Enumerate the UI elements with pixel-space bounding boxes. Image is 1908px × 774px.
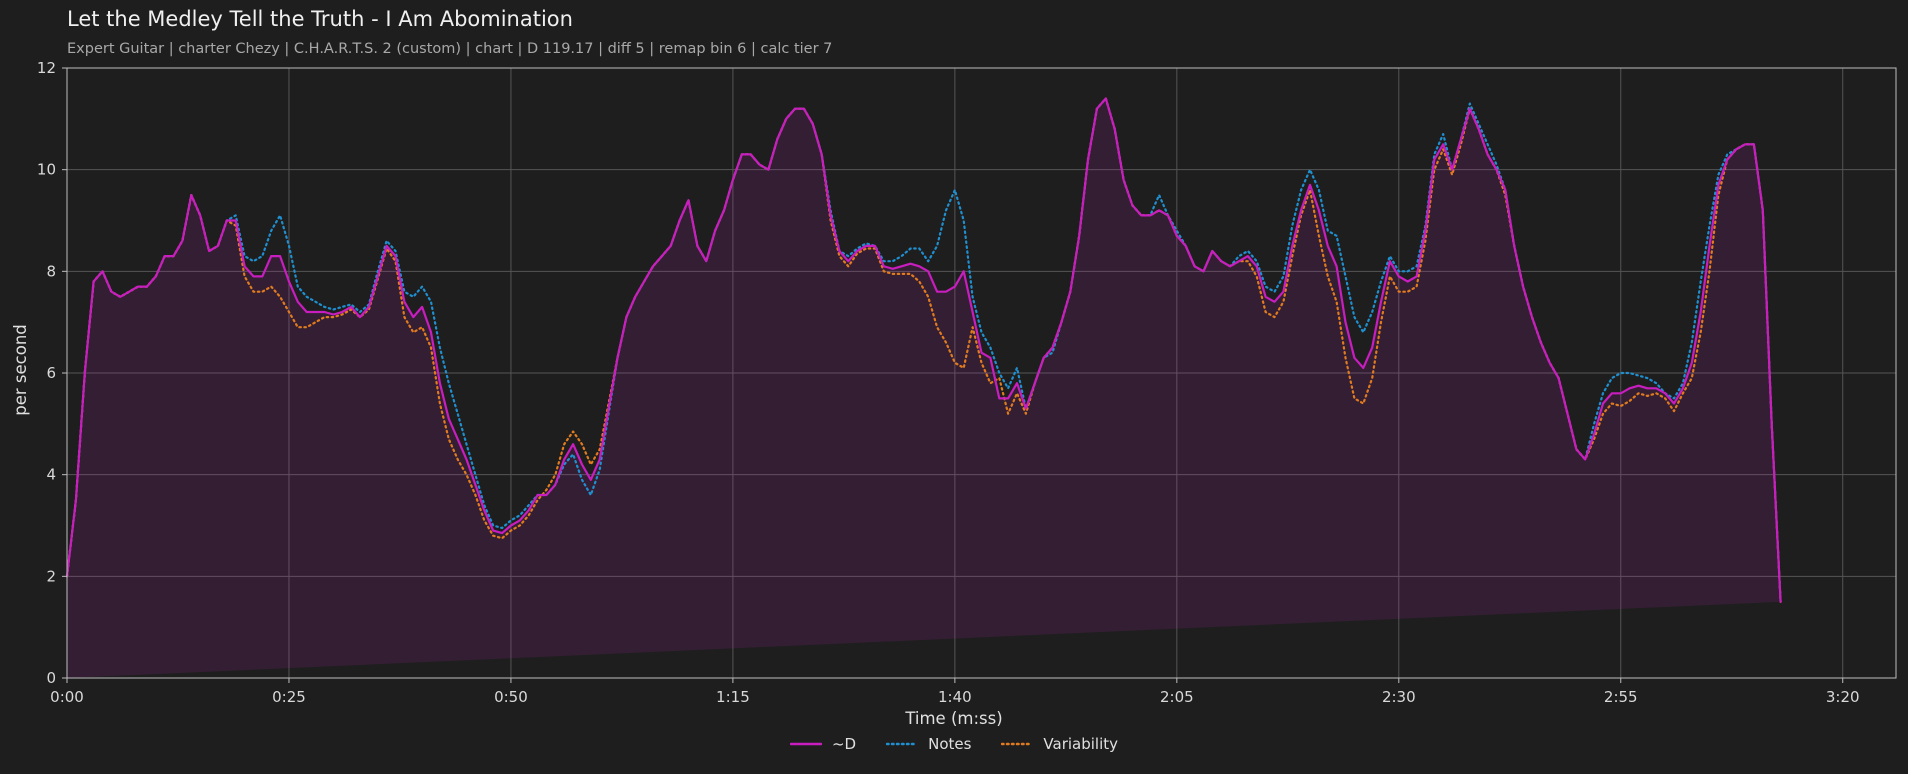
legend-label: Variability bbox=[1043, 735, 1119, 753]
y-tick-label: 6 bbox=[46, 364, 56, 382]
x-tick-label: 1:15 bbox=[716, 688, 750, 706]
x-tick-label: 2:30 bbox=[1382, 688, 1416, 706]
legend-swatch bbox=[789, 742, 822, 746]
y-tick-label: 0 bbox=[46, 669, 56, 687]
legend-label: Notes bbox=[928, 735, 972, 753]
x-tick-label: 0:25 bbox=[272, 688, 306, 706]
plot-area: 0:00 0:25 0:50 1:15 1:40 2:05 2:30 2:55 3:20 0 2 4 6… bbox=[11, 59, 1897, 728]
legend-swatch bbox=[1001, 742, 1034, 746]
x-tick-label: 2:05 bbox=[1160, 688, 1194, 706]
legend-item-d: ~D bbox=[789, 735, 857, 753]
y-tick-label: 12 bbox=[37, 59, 56, 77]
area-fill bbox=[67, 98, 1781, 678]
y-tick-label: 8 bbox=[46, 262, 56, 280]
x-axis-label: Time (m:ss) bbox=[904, 709, 1002, 728]
y-tick-label: 2 bbox=[46, 567, 56, 585]
x-tick-label: 2:55 bbox=[1604, 688, 1638, 706]
legend-swatch bbox=[886, 742, 919, 746]
x-tick-label: 0:00 bbox=[50, 688, 84, 706]
x-tick-label: 0:50 bbox=[494, 688, 528, 706]
legend: ~D Notes Variability bbox=[0, 735, 1908, 753]
y-tick-label: 4 bbox=[46, 466, 56, 484]
difficulty-area-fill bbox=[67, 98, 1781, 678]
legend-item-notes: Notes bbox=[886, 735, 971, 753]
y-axis-label: per second bbox=[11, 324, 30, 416]
legend-label: ~D bbox=[831, 735, 857, 753]
x-tick-label: 3:20 bbox=[1826, 688, 1860, 706]
y-tick-label: 10 bbox=[37, 161, 56, 179]
legend-item-variability: Variability bbox=[1001, 735, 1118, 753]
x-tick-label: 1:40 bbox=[938, 688, 972, 706]
